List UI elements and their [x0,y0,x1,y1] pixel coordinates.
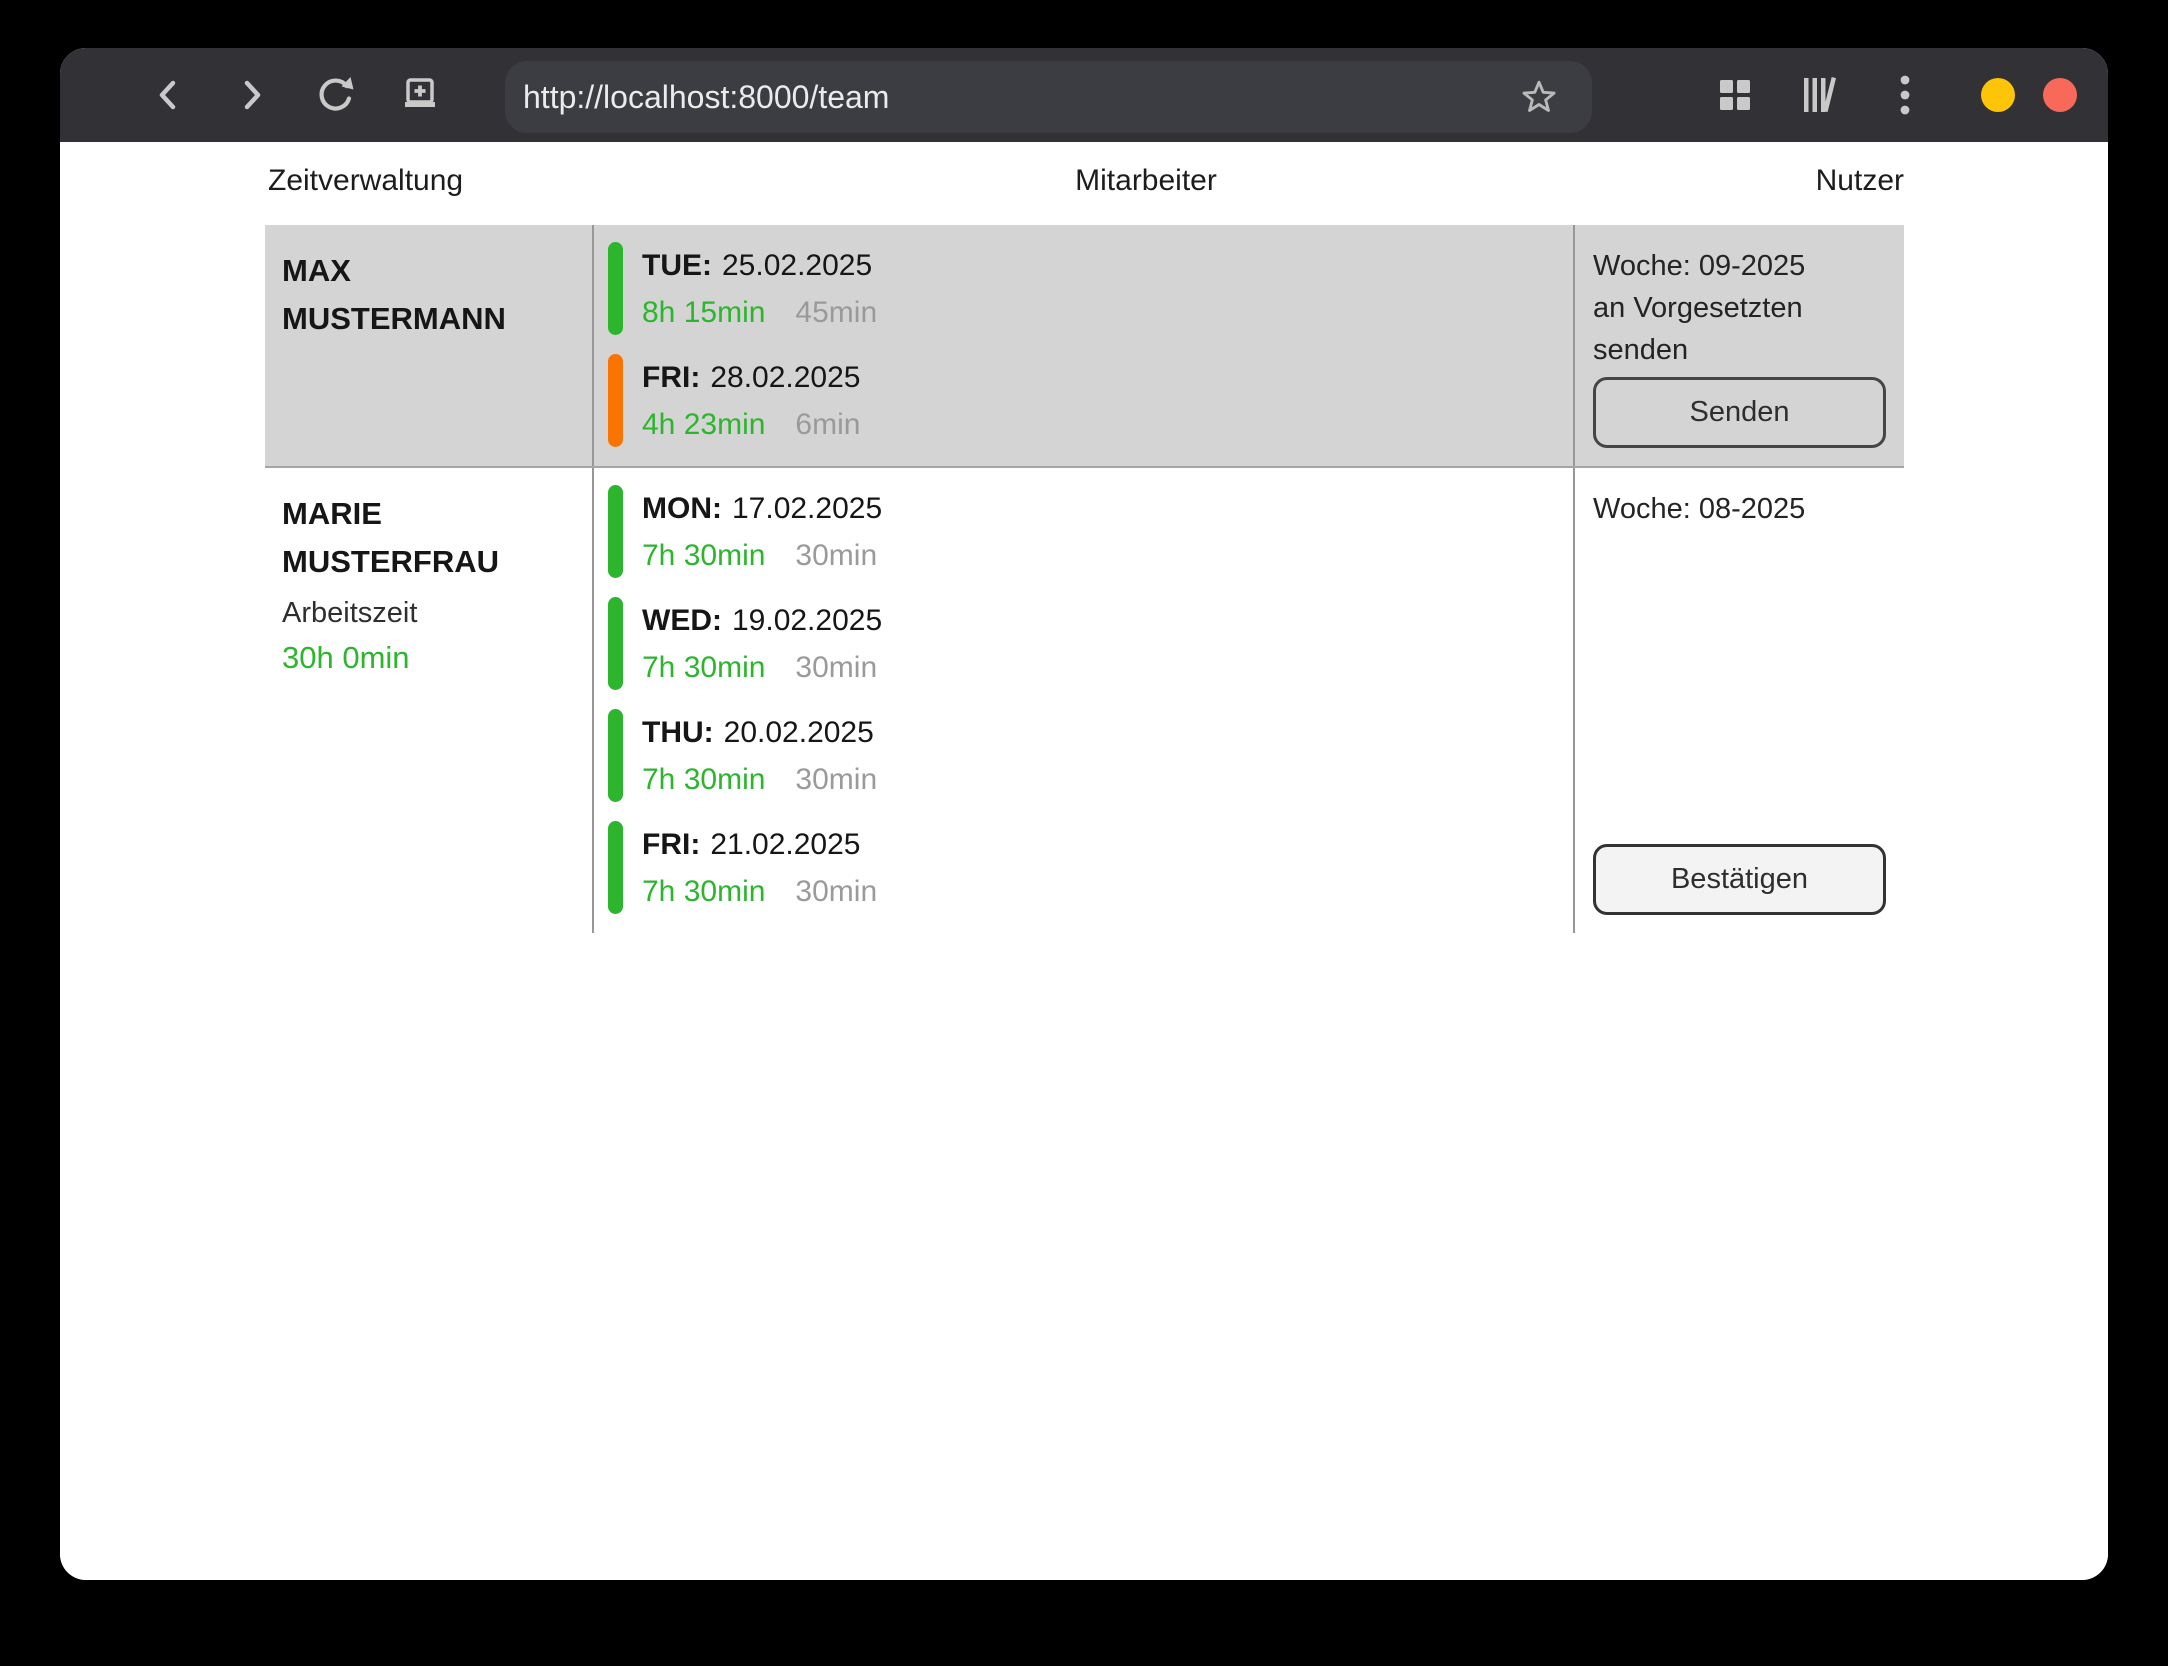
kebab-menu-icon [1899,73,1911,117]
employee-name-cell: MAX MUSTERMANN [265,225,592,466]
forward-button[interactable] [230,73,274,117]
day-status-bar [608,821,623,914]
day-label: FRI: [642,828,700,861]
day-date: 28.02.2025 [710,361,860,394]
week-action-cell: Woche: 09-2025 an Vorgesetzten senden Se… [1575,225,1904,466]
work-duration: 7h 30min [642,763,765,796]
break-duration: 45min [795,296,877,329]
day-label: THU: [642,716,714,749]
break-duration: 30min [795,875,877,908]
day-label: WED: [642,604,722,637]
day-date: 17.02.2025 [732,492,882,525]
week-action-cell: Woche: 08-2025 Bestätigen [1575,468,1904,933]
browser-toolbar: http://localhost:8000/team [60,48,2108,142]
add-window-button[interactable] [398,73,442,117]
grid-icon [1718,78,1752,112]
menu-button[interactable] [1883,73,1927,117]
day-entry: THU: 20.02.2025 7h 30min 30min [608,709,1573,802]
day-date: 25.02.2025 [722,249,872,282]
day-date: 20.02.2025 [724,716,874,749]
break-duration: 6min [795,408,860,441]
table-row-max-mustermann: MAX MUSTERMANN TUE: 25.02.2025 8h 15min 45… [265,225,1904,466]
back-button[interactable] [146,73,190,117]
day-label: FRI: [642,361,700,394]
employee-name-cell: MARIE MUSTERFRAU Arbeitszeit 30h 0min [265,468,592,933]
day-status-bar [608,354,623,447]
back-icon [148,73,188,117]
day-date: 21.02.2025 [710,828,860,861]
day-status-bar [608,597,623,690]
url-bar[interactable]: http://localhost:8000/team [505,61,1592,133]
day-status-bar [608,485,623,578]
day-entry: FRI: 21.02.2025 7h 30min 30min [608,821,1573,914]
week-info-line: senden [1593,329,1886,371]
week-info-line: an Vorgesetzten [1593,287,1886,329]
browser-window: http://localhost:8000/team [60,48,2108,1580]
work-duration: 7h 30min [642,875,765,908]
employee-name-line: MAX [282,247,584,295]
work-duration: 7h 30min [642,539,765,572]
employee-days-cell: MON: 17.02.2025 7h 30min 30min WED: 19.02.2… [592,468,1575,933]
forward-icon [232,73,272,117]
break-duration: 30min [795,651,877,684]
worktime-label: Arbeitszeit [282,591,584,635]
reload-icon [313,71,357,119]
reload-button[interactable] [313,73,357,117]
day-status-bar [608,709,623,802]
work-duration: 4h 23min [642,408,765,441]
team-page: Zeitverwaltung Mitarbeiter Nutzer MAX MU… [60,142,2108,1580]
day-entry: MON: 17.02.2025 7h 30min 30min [608,485,1573,578]
senden-button[interactable]: Senden [1593,377,1886,448]
employee-name-line: MUSTERMANN [282,295,584,343]
bestaetigen-button[interactable]: Bestätigen [1593,844,1886,915]
open-pages-button[interactable] [1713,73,1757,117]
top-nav: Zeitverwaltung Mitarbeiter Nutzer [60,164,2108,210]
nav-item-mitarbeiter[interactable]: Mitarbeiter [1075,164,1217,198]
nav-item-zeitverwaltung[interactable]: Zeitverwaltung [268,164,463,198]
day-entry: WED: 19.02.2025 7h 30min 30min [608,597,1573,690]
employee-days-cell: TUE: 25.02.2025 8h 15min 45min FRI: 28.02.2… [592,225,1575,466]
week-info-line: Woche: 09-2025 [1593,245,1886,287]
work-duration: 7h 30min [642,651,765,684]
employee-name-line: MARIE [282,490,584,538]
employee-name-line: MUSTERFRAU [282,538,584,586]
employee-table: MAX MUSTERMANN TUE: 25.02.2025 8h 15min 45… [265,225,1904,933]
nav-item-nutzer[interactable]: Nutzer [1816,164,1904,198]
worktime-total: 30h 0min [282,635,584,681]
library-button[interactable] [1798,73,1842,117]
table-row-marie-musterfrau: MARIE MUSTERFRAU Arbeitszeit 30h 0min MO… [265,466,1904,933]
break-duration: 30min [795,539,877,572]
day-status-bar [608,242,623,335]
week-info-line: Woche: 08-2025 [1593,488,1886,530]
add-window-icon [398,73,442,117]
day-entry: TUE: 25.02.2025 8h 15min 45min [608,242,1573,335]
bookmark-star-icon[interactable] [1520,78,1558,116]
work-duration: 8h 15min [642,296,765,329]
close-button[interactable] [2043,78,2077,112]
break-duration: 30min [795,763,877,796]
minimize-button[interactable] [1981,78,2015,112]
library-icon [1801,75,1839,115]
day-label: MON: [642,492,722,525]
day-label: TUE: [642,249,712,282]
day-date: 19.02.2025 [732,604,882,637]
url-text: http://localhost:8000/team [523,79,889,116]
day-entry: FRI: 28.02.2025 4h 23min 6min [608,354,1573,447]
